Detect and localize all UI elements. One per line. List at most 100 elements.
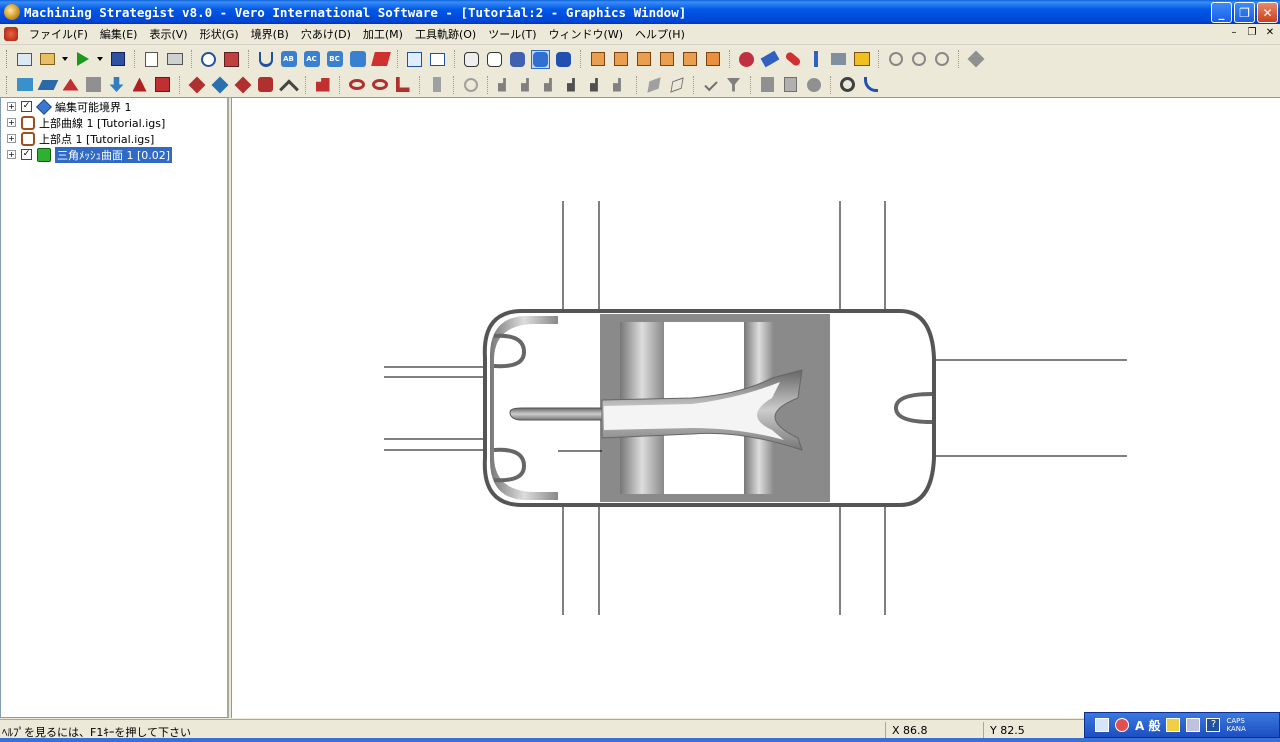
anchor-icon[interactable] bbox=[256, 50, 275, 69]
toolbar-grip[interactable] bbox=[6, 75, 9, 94]
dropdown-arrow-icon[interactable] bbox=[96, 50, 104, 69]
ime-pad-icon[interactable] bbox=[1115, 718, 1129, 732]
surface-4-icon[interactable] bbox=[256, 75, 275, 94]
step-1-icon[interactable] bbox=[495, 75, 514, 94]
context-help-icon[interactable] bbox=[222, 50, 241, 69]
zoom-fit-icon[interactable] bbox=[405, 50, 424, 69]
app-gear-icon[interactable] bbox=[4, 4, 20, 20]
shaded-wire-icon[interactable] bbox=[554, 50, 573, 69]
tool-axis-icon[interactable] bbox=[806, 50, 825, 69]
mdi-close-button[interactable]: ✕ bbox=[1264, 27, 1276, 38]
menu-boundary[interactable]: 境界(B) bbox=[245, 26, 295, 42]
graphics-viewport[interactable] bbox=[231, 97, 1280, 718]
expand-icon[interactable]: + bbox=[7, 150, 16, 159]
project-tree[interactable]: + ✓ 編集可能境界 1 + 上部曲線 1 [Tutorial.igs] + 上… bbox=[0, 97, 229, 718]
view-ac-icon[interactable]: AC bbox=[302, 50, 321, 69]
wireframe-shade-icon[interactable] bbox=[462, 50, 481, 69]
menu-window[interactable]: ウィンドウ(W) bbox=[543, 26, 629, 42]
document-icon[interactable] bbox=[4, 27, 18, 41]
print-icon[interactable] bbox=[165, 50, 184, 69]
workplane-icon[interactable] bbox=[737, 50, 756, 69]
funnel-icon[interactable] bbox=[724, 75, 743, 94]
dropdown-arrow-icon[interactable] bbox=[61, 50, 69, 69]
visibility-checkbox[interactable]: ✓ bbox=[21, 101, 32, 112]
plate-2-icon[interactable] bbox=[667, 75, 686, 94]
dictionary-icon[interactable] bbox=[1166, 718, 1181, 732]
view-iso-icon[interactable] bbox=[348, 50, 367, 69]
mdi-restore-button[interactable]: ❐ bbox=[1246, 27, 1258, 38]
shaded-active-icon[interactable] bbox=[531, 49, 550, 69]
report-1-icon[interactable] bbox=[758, 75, 777, 94]
cone-icon[interactable] bbox=[130, 75, 149, 94]
zoom-box-icon[interactable] bbox=[428, 50, 447, 69]
roughing-icon[interactable] bbox=[37, 75, 58, 94]
new-project-icon[interactable] bbox=[15, 50, 34, 69]
view-bc-icon[interactable]: BC bbox=[325, 50, 344, 69]
toolpath-edit-icon[interactable] bbox=[852, 50, 871, 69]
stock-cube-6-icon[interactable] bbox=[703, 50, 722, 69]
ime-language-bar[interactable]: A 般 ? CAPS KANA bbox=[1084, 712, 1280, 738]
menu-drilling[interactable]: 穴あけ(D) bbox=[295, 26, 357, 42]
report-3-icon[interactable] bbox=[804, 75, 823, 94]
menu-view[interactable]: 表示(V) bbox=[143, 26, 193, 42]
view-ab-icon[interactable]: AB bbox=[279, 50, 298, 69]
drill-icon[interactable] bbox=[427, 75, 446, 94]
plate-1-icon[interactable] bbox=[644, 75, 663, 94]
open-icon[interactable] bbox=[38, 50, 57, 69]
print-preview-icon[interactable] bbox=[142, 50, 161, 69]
wall-icon[interactable] bbox=[393, 75, 412, 94]
toolpath-view-icon[interactable] bbox=[829, 50, 848, 69]
report-2-icon[interactable] bbox=[781, 75, 800, 94]
visibility-checkbox[interactable]: ✓ bbox=[21, 149, 32, 160]
bar-chart-icon[interactable] bbox=[313, 75, 332, 94]
tree-item-upper-points[interactable]: + 上部点 1 [Tutorial.igs] bbox=[7, 131, 154, 146]
toolbar-grip[interactable] bbox=[6, 50, 9, 68]
verify-check-icon[interactable] bbox=[701, 75, 720, 94]
menu-toolpath[interactable]: 工具軌跡(O) bbox=[409, 26, 482, 42]
tool-holder-icon[interactable] bbox=[783, 50, 802, 69]
menu-edit[interactable]: 編集(E) bbox=[94, 26, 144, 42]
chevron-up-icon[interactable] bbox=[278, 75, 299, 99]
wireframe-icon[interactable] bbox=[485, 50, 504, 69]
save-icon[interactable] bbox=[108, 50, 127, 69]
block-icon[interactable] bbox=[15, 75, 34, 94]
surface-2-icon[interactable] bbox=[210, 75, 229, 94]
minimize-button[interactable]: _ bbox=[1211, 2, 1232, 23]
keyboard-icon[interactable] bbox=[1095, 718, 1109, 732]
ring-2-icon[interactable] bbox=[370, 75, 389, 94]
raster-icon[interactable] bbox=[61, 75, 80, 94]
step-3-icon[interactable] bbox=[541, 75, 560, 94]
surface-1-icon[interactable] bbox=[187, 75, 206, 94]
stock-cube-3-icon[interactable] bbox=[634, 50, 653, 69]
stock-cube-1-icon[interactable] bbox=[588, 50, 607, 69]
tree-item-upper-curves[interactable]: + 上部曲線 1 [Tutorial.igs] bbox=[7, 115, 165, 130]
help-ime-icon[interactable]: ? bbox=[1206, 718, 1221, 732]
pocket-icon[interactable] bbox=[153, 75, 172, 94]
menu-help[interactable]: ヘルプ(H) bbox=[629, 26, 691, 42]
menu-tools[interactable]: ツール(T) bbox=[482, 26, 542, 42]
expand-icon[interactable]: + bbox=[7, 102, 16, 111]
step-4-icon[interactable] bbox=[564, 75, 583, 94]
expand-icon[interactable]: + bbox=[7, 134, 16, 143]
ring-tool-icon[interactable] bbox=[838, 75, 857, 94]
circle-1-icon[interactable] bbox=[886, 50, 905, 69]
title-bar[interactable]: Machining Strategist v8.0 - Vero Interna… bbox=[0, 0, 1280, 24]
mdi-minimize-button[interactable]: – bbox=[1228, 27, 1240, 38]
step-5-icon[interactable] bbox=[587, 75, 606, 94]
tool-icon[interactable] bbox=[760, 50, 779, 69]
stock-cube-5-icon[interactable] bbox=[680, 50, 699, 69]
surface-3-icon[interactable] bbox=[233, 75, 252, 94]
plunge-icon[interactable] bbox=[107, 75, 126, 94]
menu-geometry[interactable]: 形状(G) bbox=[194, 26, 245, 42]
circle-2-icon[interactable] bbox=[909, 50, 928, 69]
tree-item-triangle-mesh[interactable]: + ✓ 三角ﾒｯｼｭ曲面 1 [0.02] bbox=[7, 145, 174, 164]
close-button[interactable]: ✕ bbox=[1257, 2, 1278, 23]
stock-cube-2-icon[interactable] bbox=[611, 50, 630, 69]
transform-icon[interactable] bbox=[461, 75, 480, 94]
stock-cube-4-icon[interactable] bbox=[657, 50, 676, 69]
expand-icon[interactable]: + bbox=[7, 118, 16, 127]
ring-1-icon[interactable] bbox=[347, 75, 366, 94]
section-view-icon[interactable] bbox=[370, 50, 391, 69]
shaded-icon[interactable] bbox=[508, 50, 527, 69]
run-icon[interactable] bbox=[73, 50, 92, 69]
